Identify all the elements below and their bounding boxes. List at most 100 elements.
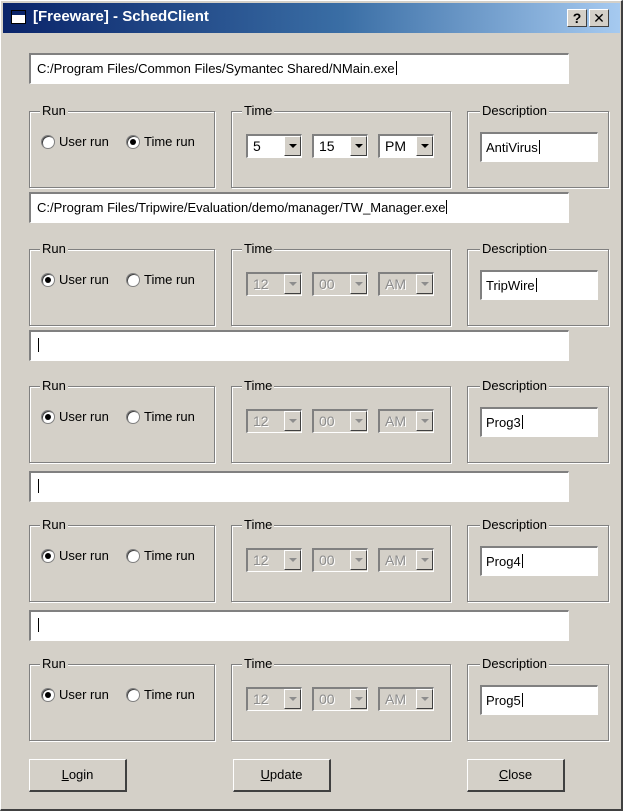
run-group: Run User run Time run [29, 241, 215, 326]
description-input[interactable]: AntiVirus [480, 132, 598, 162]
minute-value: 15 [319, 138, 335, 154]
time-run-label[interactable]: Time run [144, 134, 195, 149]
minute-select[interactable]: 15 [312, 134, 368, 158]
program-path-value: C:/Program Files/Common Files/Symantec S… [37, 61, 395, 76]
description-group: Description TripWire [467, 241, 609, 326]
hour-select[interactable]: 12 [246, 409, 302, 433]
description-input[interactable]: Prog4 [480, 546, 598, 576]
program-path-input[interactable]: C:/Program Files/Common Files/Symantec S… [29, 53, 569, 84]
program-path-input[interactable] [29, 330, 569, 361]
time-run-radio[interactable] [126, 135, 140, 149]
time-run-radio[interactable] [126, 410, 140, 424]
description-value: Prog4 [486, 554, 521, 569]
minute-select[interactable]: 00 [312, 687, 368, 711]
hour-select[interactable]: 12 [246, 548, 302, 572]
update-button[interactable]: Update [233, 759, 331, 792]
minute-value: 00 [319, 413, 335, 429]
program-path-input[interactable]: C:/Program Files/Tripwire/Evaluation/dem… [29, 192, 569, 223]
ampm-select[interactable]: AM [378, 548, 434, 572]
help-button[interactable]: ? [567, 9, 587, 27]
hour-select[interactable]: 5 [246, 134, 302, 158]
app-window-icon [11, 10, 26, 24]
time-run-radio[interactable] [126, 549, 140, 563]
minute-select[interactable]: 00 [312, 272, 368, 296]
run-group: Run User run Time run [29, 378, 215, 463]
hour-value: 5 [253, 138, 261, 154]
ampm-value: AM [385, 413, 406, 429]
description-group-label: Description [480, 103, 550, 119]
schedclient-window: [Freeware] - SchedClient ? ✕ C:/Program … [0, 0, 623, 811]
user-run-label[interactable]: User run [59, 687, 109, 702]
ampm-select[interactable]: AM [378, 687, 434, 711]
ampm-select[interactable]: AM [378, 272, 434, 296]
run-group-label: Run [40, 656, 68, 672]
description-input[interactable]: Prog3 [480, 407, 598, 437]
time-group-label: Time [242, 656, 275, 672]
time-run-label[interactable]: Time run [144, 548, 195, 563]
hour-value: 12 [253, 691, 269, 707]
text-cursor [38, 479, 39, 493]
time-group: Time 12 00 AM [231, 241, 451, 326]
chevron-down-icon[interactable] [284, 550, 301, 570]
description-input[interactable]: Prog5 [480, 685, 598, 715]
text-cursor [38, 338, 39, 352]
chevron-down-icon[interactable] [350, 689, 367, 709]
user-run-radio[interactable] [41, 688, 55, 702]
chevron-down-icon[interactable] [416, 274, 433, 294]
time-run-label[interactable]: Time run [144, 409, 195, 424]
close-window-button[interactable]: ✕ [589, 9, 609, 27]
time-run-label[interactable]: Time run [144, 687, 195, 702]
hour-select[interactable]: 12 [246, 687, 302, 711]
update-mnemonic: U [260, 767, 270, 782]
chevron-down-icon[interactable] [284, 689, 301, 709]
chevron-down-icon[interactable] [350, 411, 367, 431]
time-group-label: Time [242, 378, 275, 394]
description-group: Description Prog4 [467, 517, 609, 602]
login-button[interactable]: Login [29, 759, 127, 792]
time-run-radio[interactable] [126, 688, 140, 702]
time-run-label[interactable]: Time run [144, 272, 195, 287]
chevron-down-icon[interactable] [350, 550, 367, 570]
user-run-label[interactable]: User run [59, 409, 109, 424]
chevron-down-icon[interactable] [416, 689, 433, 709]
program-path-input[interactable] [29, 471, 569, 502]
description-input[interactable]: TripWire [480, 270, 598, 300]
text-cursor [521, 554, 523, 568]
close-mnemonic: C [498, 767, 509, 782]
ampm-select[interactable]: PM [378, 134, 434, 158]
user-run-radio[interactable] [41, 549, 55, 563]
update-label: pdate [269, 767, 303, 782]
chevron-down-icon[interactable] [350, 136, 367, 156]
chevron-down-icon[interactable] [350, 274, 367, 294]
chevron-down-icon[interactable] [284, 411, 301, 431]
description-value: AntiVirus [486, 140, 538, 155]
time-group-label: Time [242, 103, 275, 119]
hour-select[interactable]: 12 [246, 272, 302, 296]
user-run-label[interactable]: User run [59, 548, 109, 563]
time-run-radio[interactable] [126, 273, 140, 287]
user-run-radio[interactable] [41, 135, 55, 149]
minute-select[interactable]: 00 [312, 409, 368, 433]
user-run-label[interactable]: User run [59, 134, 109, 149]
close-button[interactable]: Close [467, 759, 565, 792]
title-bar[interactable]: [Freeware] - SchedClient ? ✕ [3, 3, 620, 33]
run-group: Run User run Time run [29, 103, 215, 188]
text-cursor [521, 693, 523, 707]
chevron-down-icon[interactable] [416, 550, 433, 570]
user-run-label[interactable]: User run [59, 272, 109, 287]
login-mnemonic: L [61, 767, 69, 782]
chevron-down-icon[interactable] [416, 136, 433, 156]
user-run-radio[interactable] [41, 410, 55, 424]
chevron-down-icon[interactable] [284, 136, 301, 156]
time-group: Time 12 00 AM [231, 656, 451, 741]
user-run-radio[interactable] [41, 273, 55, 287]
chevron-down-icon[interactable] [284, 274, 301, 294]
text-cursor [38, 618, 39, 632]
time-group-label: Time [242, 241, 275, 257]
description-group-label: Description [480, 241, 550, 257]
program-path-input[interactable] [29, 610, 569, 641]
minute-select[interactable]: 00 [312, 548, 368, 572]
ampm-select[interactable]: AM [378, 409, 434, 433]
chevron-down-icon[interactable] [416, 411, 433, 431]
window-title: [Freeware] - SchedClient [33, 8, 209, 25]
